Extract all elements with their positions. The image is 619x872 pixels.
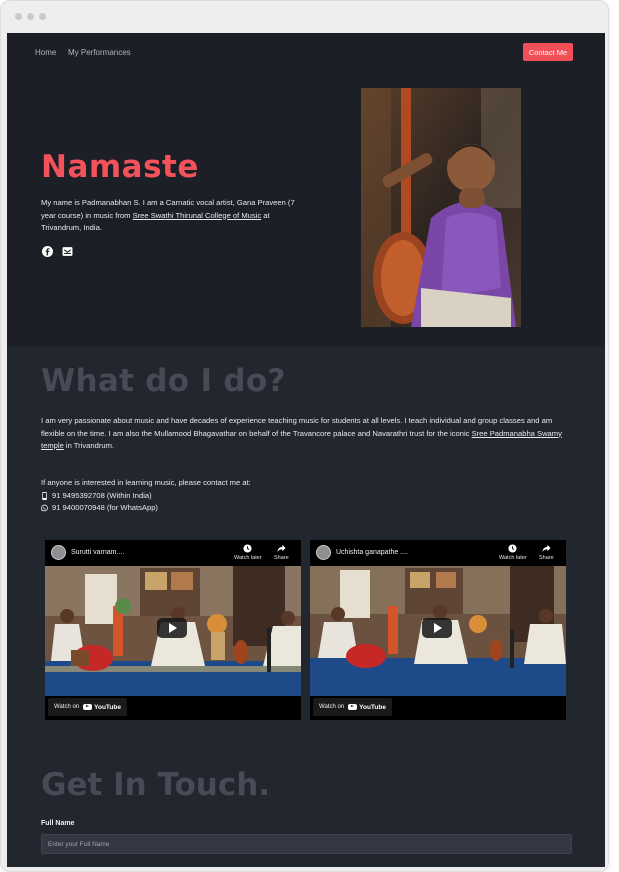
about-title: What do I do? [41,363,286,399]
whatsapp-line: 91 9400070948 (for WhatsApp) [41,502,251,515]
window-controls [15,13,46,20]
whatsapp-number: 91 9400070948 (for WhatsApp) [52,503,158,512]
watch-later-button[interactable]: Watch later [234,544,262,561]
contact-intro: If anyone is interested in learning musi… [41,478,251,487]
video-title[interactable]: Surutti varnam.... [71,549,124,556]
whatsapp-icon [41,504,48,512]
share-label: Share [274,555,289,561]
hero-section: Home My Performances Contact Me Namaste … [7,33,605,347]
share-icon [542,544,551,553]
hero-title: Namaste [41,149,199,185]
mobile-phone-icon [42,491,47,500]
channel-avatar[interactable] [316,545,331,560]
share-icon [277,544,286,553]
contact-title: Get In Touch. [41,767,271,803]
phone-number: 91 9495392708 (Within India) [52,490,152,500]
social-links [42,246,73,257]
clock-icon [508,544,517,553]
play-button[interactable] [422,618,452,638]
full-name-label: Full Name [41,820,75,827]
watch-later-button[interactable]: Watch later [499,544,527,561]
share-label: Share [539,555,554,561]
youtube-embed-2[interactable]: Uchishta ganapathe .... Watch later Shar… [310,540,566,720]
artist-portrait-image [361,88,521,327]
youtube-logo-icon: YouTube [348,704,386,711]
page-viewport: Home My Performances Contact Me Namaste … [7,33,605,867]
youtube-logo-icon: YouTube [83,704,121,711]
about-tail: in Trivandrum. [63,441,115,450]
video-header: Surutti varnam.... Watch later Share [45,540,301,566]
watch-on-youtube-button[interactable]: Watch on YouTube [48,698,127,716]
watch-later-label: Watch later [234,555,262,561]
nav-home-link[interactable]: Home [35,48,56,57]
phone-line: 91 9495392708 (Within India) [41,490,251,503]
play-button[interactable] [157,618,187,638]
nav-performances-link[interactable]: My Performances [68,48,131,57]
college-link[interactable]: Sree Swathi Thirunal College of Music [133,211,262,220]
full-name-input[interactable] [41,834,572,854]
share-button[interactable]: Share [539,544,554,561]
watch-on-youtube-button[interactable]: Watch on YouTube [313,698,392,716]
youtube-embed-1[interactable]: Surutti varnam.... Watch later Share Wat… [45,540,301,720]
share-button[interactable]: Share [274,544,289,561]
clock-icon [243,544,252,553]
hero-bio: My name is Padmanabhan S. I am a Carnati… [41,197,303,235]
video-header: Uchishta ganapathe .... Watch later Shar… [310,540,566,566]
facebook-icon[interactable] [42,246,53,257]
contact-info: If anyone is interested in learning musi… [41,477,251,515]
browser-frame: Home My Performances Contact Me Namaste … [0,0,609,872]
watch-on-label: Watch on [54,704,80,710]
watch-later-label: Watch later [499,555,527,561]
watch-on-label: Watch on [319,704,345,710]
video-title[interactable]: Uchishta ganapathe .... [336,549,408,556]
channel-avatar[interactable] [51,545,66,560]
about-paragraph: I am very passionate about music and hav… [41,415,576,453]
contact-me-button[interactable]: Contact Me [523,43,573,61]
mail-icon[interactable] [62,246,73,257]
